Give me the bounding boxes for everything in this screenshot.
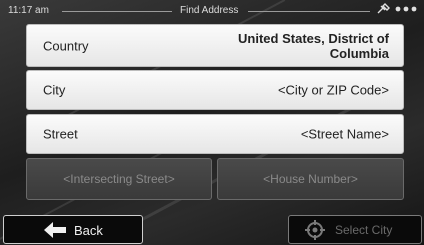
back-arrow-icon <box>44 222 66 238</box>
find-address-screen: 11:17 am Find Address Country United Sta… <box>0 0 424 245</box>
country-value: United States, District of Columbia <box>238 30 389 61</box>
intersecting-street-placeholder: <Intersecting Street> <box>63 172 175 186</box>
intersecting-street-field[interactable]: <Intersecting Street> <box>26 158 212 200</box>
status-bar: 11:17 am Find Address <box>0 0 424 22</box>
back-button-label: Back <box>74 223 103 238</box>
back-button[interactable]: Back <box>3 215 143 244</box>
city-value: <City or ZIP Code> <box>277 82 389 98</box>
status-time: 11:17 am <box>8 5 49 16</box>
screen-title: Find Address <box>180 5 239 16</box>
bottom-bar: Back Select City <box>0 214 424 245</box>
house-number-field[interactable]: <House Number> <box>217 158 404 200</box>
status-divider <box>248 11 370 12</box>
street-value: <Street Name> <box>300 126 389 142</box>
crosshair-target-icon <box>305 220 325 240</box>
satellite-icon <box>377 3 390 14</box>
status-icons <box>376 3 418 15</box>
select-city-button[interactable]: Select City <box>288 215 422 244</box>
house-number-placeholder: <House Number> <box>263 172 358 186</box>
country-field[interactable]: Country United States, District of Colum… <box>26 24 404 67</box>
city-label: City <box>43 82 66 98</box>
select-city-label: Select City <box>335 223 393 237</box>
street-label: Street <box>43 126 78 142</box>
status-divider <box>62 11 172 12</box>
country-label: Country <box>43 38 89 53</box>
signal-dots-icon <box>395 6 417 12</box>
street-field[interactable]: Street <Street Name> <box>26 114 404 154</box>
city-field[interactable]: City <City or ZIP Code> <box>26 70 404 110</box>
